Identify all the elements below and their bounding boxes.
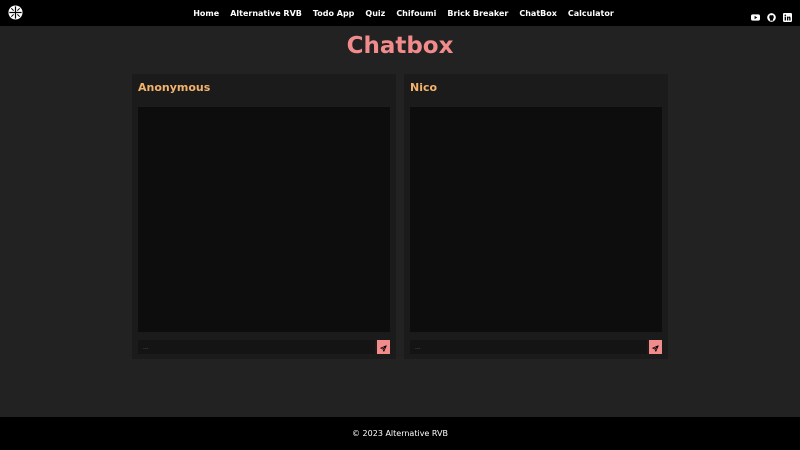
message-input-row (410, 340, 662, 354)
nav-link-todo-app[interactable]: Todo App (313, 9, 355, 18)
page-title: Chatbox (346, 33, 454, 59)
nav-link-quiz[interactable]: Quiz (365, 9, 385, 18)
send-button[interactable] (649, 340, 662, 354)
message-input[interactable] (410, 340, 647, 354)
chat-user-name: Anonymous (138, 81, 211, 94)
send-button[interactable] (377, 340, 390, 354)
nav-link-chatbox[interactable]: ChatBox (519, 9, 557, 18)
youtube-icon[interactable] (751, 7, 760, 21)
send-icon (652, 340, 659, 355)
nav-link-brick-breaker[interactable]: Brick Breaker (447, 9, 508, 18)
message-input-row (138, 340, 390, 354)
footer-copyright: © 2023 Alternative RVB (352, 429, 448, 438)
send-icon (380, 340, 387, 355)
footer: © 2023 Alternative RVB (0, 417, 800, 450)
chat-panel-nico: Nico (404, 74, 668, 359)
nav-links: Home Alternative RVB Todo App Quiz Chifo… (0, 0, 800, 26)
nav-link-calculator[interactable]: Calculator (568, 9, 614, 18)
nav-link-chifoumi[interactable]: Chifoumi (396, 9, 436, 18)
nav-link-home[interactable]: Home (193, 9, 219, 18)
nav-link-alternative-rvb[interactable]: Alternative RVB (230, 9, 302, 18)
message-input[interactable] (138, 340, 375, 354)
linkedin-icon[interactable] (783, 7, 792, 22)
navbar: Home Alternative RVB Todo App Quiz Chifo… (0, 0, 800, 26)
github-icon[interactable] (767, 7, 776, 22)
message-list[interactable] (138, 107, 390, 332)
chat-user-name: Nico (410, 81, 438, 94)
message-list[interactable] (410, 107, 662, 332)
chat-panel-anonymous: Anonymous (132, 74, 396, 359)
social-links (751, 7, 792, 22)
